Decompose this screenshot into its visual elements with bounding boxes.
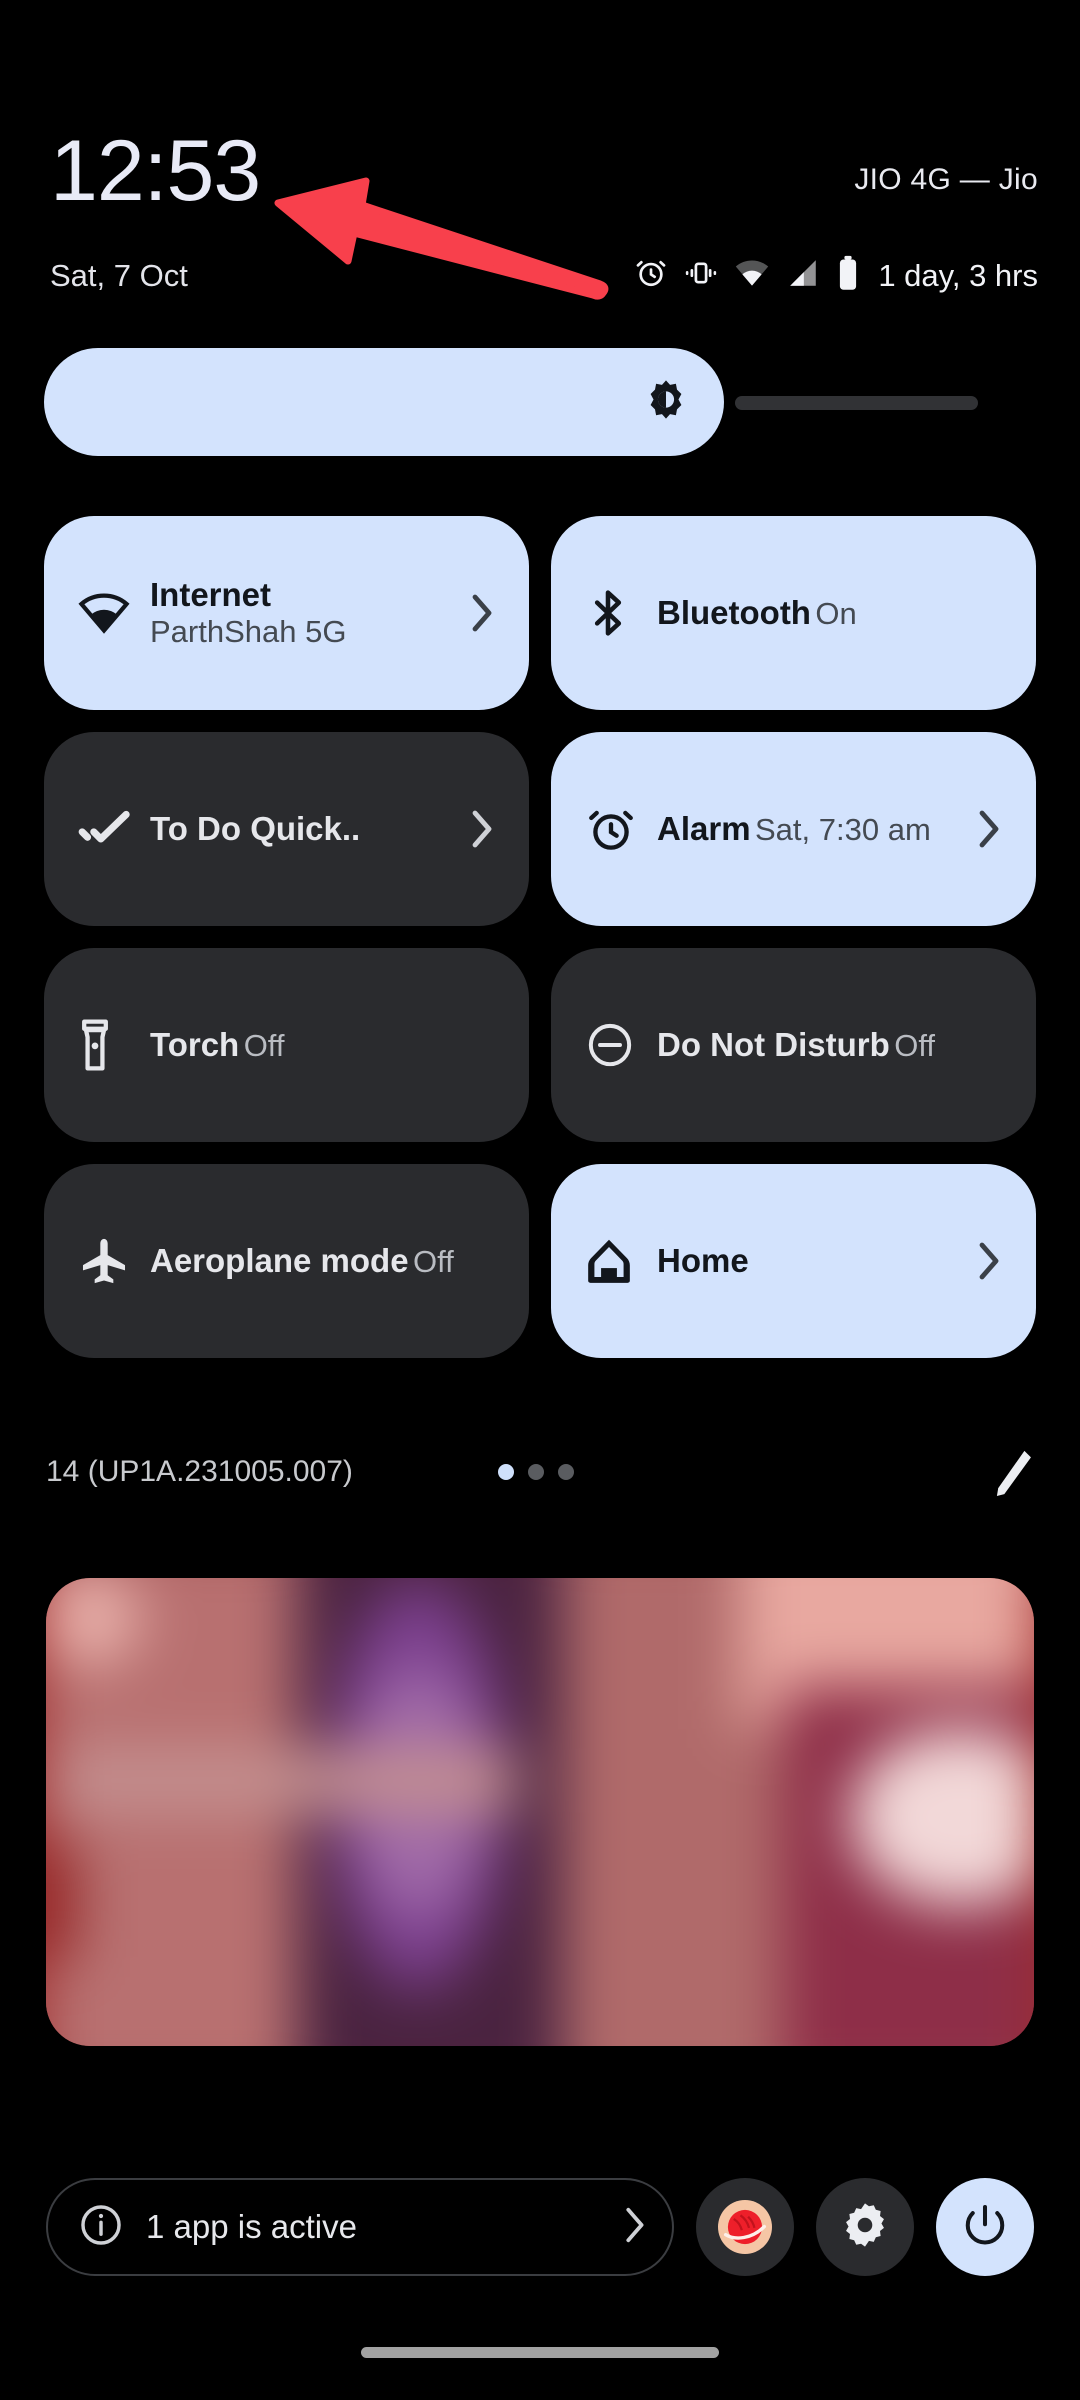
page-dot-1[interactable] bbox=[498, 1464, 514, 1480]
pencil-icon[interactable] bbox=[986, 1447, 1034, 1506]
user-avatar-icon[interactable] bbox=[696, 2178, 794, 2276]
tile-sublabel: Off bbox=[413, 1244, 454, 1279]
notification-media-card[interactable] bbox=[46, 1578, 1034, 2046]
chevron-right-icon[interactable] bbox=[622, 2206, 646, 2249]
home-icon bbox=[585, 1236, 647, 1286]
wifi-icon bbox=[734, 256, 770, 295]
status-icon-group: 1 day, 3 hrs bbox=[634, 255, 1038, 296]
carrier-label: JIO 4G — Jio bbox=[854, 163, 1038, 196]
chevron-right-icon[interactable] bbox=[972, 1241, 1006, 1281]
dnd-icon bbox=[585, 1020, 647, 1070]
alarm-icon bbox=[585, 803, 647, 855]
tile-to-do-quick[interactable]: To Do Quick.. bbox=[44, 732, 529, 926]
tile-home-text: Home bbox=[647, 1242, 972, 1280]
tile-bluetooth-text: Bluetooth On bbox=[647, 594, 1006, 632]
gesture-navigation-bar[interactable] bbox=[361, 2347, 719, 2358]
alarm-icon bbox=[634, 256, 668, 295]
status-clock[interactable]: 12:53 bbox=[50, 128, 261, 214]
tile-torch-text: Torch Off bbox=[140, 1026, 499, 1064]
power-button[interactable] bbox=[936, 2178, 1034, 2276]
power-icon bbox=[962, 2202, 1008, 2253]
airplane-icon bbox=[78, 1235, 140, 1287]
tile-sublabel: ParthShah 5G bbox=[150, 614, 347, 649]
battery-estimate-label: 1 day, 3 hrs bbox=[878, 257, 1038, 293]
torch-icon bbox=[78, 1018, 140, 1072]
page-dot-2[interactable] bbox=[528, 1464, 544, 1480]
vibrate-icon bbox=[684, 256, 718, 295]
tile-label: To Do Quick.. bbox=[150, 810, 361, 847]
tile-alarm[interactable]: Alarm Sat, 7:30 am bbox=[551, 732, 1036, 926]
battery-icon bbox=[836, 255, 860, 296]
avatar bbox=[718, 2200, 772, 2254]
tile-aeroplane-mode[interactable]: Aeroplane mode Off bbox=[44, 1164, 529, 1358]
tile-label: Do Not Disturb bbox=[657, 1026, 890, 1063]
signal-icon bbox=[786, 256, 820, 295]
tile-bluetooth[interactable]: Bluetooth On bbox=[551, 516, 1036, 710]
tile-do-not-disturb[interactable]: Do Not Disturb Off bbox=[551, 948, 1036, 1142]
quick-settings-screen: 12:53 JIO 4G — Jio Sat, 7 Oct 1 day, 3 h… bbox=[0, 0, 1080, 2400]
chevron-right-icon[interactable] bbox=[465, 809, 499, 849]
quick-settings-tile-grid: Internet ParthShah 5G Bluetooth On To Do… bbox=[44, 516, 1036, 1358]
double-check-icon bbox=[78, 809, 140, 849]
tile-sublabel: On bbox=[815, 596, 857, 631]
status-header: 12:53 JIO 4G — Jio Sat, 7 Oct 1 day, 3 h… bbox=[0, 0, 1080, 330]
tile-internet-text: Internet ParthShah 5G bbox=[140, 576, 465, 650]
brightness-track[interactable] bbox=[735, 396, 978, 410]
chevron-right-icon[interactable] bbox=[465, 593, 499, 633]
tile-home[interactable]: Home bbox=[551, 1164, 1036, 1358]
brightness-icon bbox=[644, 378, 688, 427]
tile-aeroplane-mode-text: Aeroplane mode Off bbox=[140, 1242, 499, 1280]
tile-label: Internet bbox=[150, 576, 272, 613]
brightness-slider[interactable] bbox=[0, 348, 1080, 458]
date-label: Sat, 7 Oct bbox=[50, 258, 188, 293]
tile-to-do-quick-text: To Do Quick.. bbox=[140, 810, 465, 848]
brightness-fill[interactable] bbox=[44, 348, 724, 456]
wifi-icon bbox=[78, 590, 140, 636]
tile-label: Home bbox=[657, 1242, 749, 1279]
tile-sublabel: Sat, 7:30 am bbox=[755, 812, 931, 847]
bottom-action-bar: 1 app is active bbox=[0, 2172, 1080, 2282]
build-number-label: 14 (UP1A.231005.007) bbox=[46, 1455, 353, 1488]
tile-label: Bluetooth bbox=[657, 594, 811, 631]
page-indicator bbox=[498, 1464, 574, 1480]
tile-do-not-disturb-text: Do Not Disturb Off bbox=[647, 1026, 1006, 1064]
tile-label: Alarm bbox=[657, 810, 751, 847]
active-apps-button[interactable]: 1 app is active bbox=[46, 2178, 674, 2276]
gear-icon bbox=[840, 2200, 890, 2255]
tile-sublabel: Off bbox=[894, 1028, 936, 1063]
page-dot-3[interactable] bbox=[558, 1464, 574, 1480]
tile-internet[interactable]: Internet ParthShah 5G bbox=[44, 516, 529, 710]
settings-button[interactable] bbox=[816, 2178, 914, 2276]
active-apps-label: 1 app is active bbox=[146, 2208, 357, 2245]
chevron-right-icon[interactable] bbox=[972, 809, 1006, 849]
tile-label: Aeroplane mode bbox=[150, 1242, 409, 1279]
tile-torch[interactable]: Torch Off bbox=[44, 948, 529, 1142]
tile-label: Torch bbox=[150, 1026, 240, 1063]
quick-settings-footer: 14 (UP1A.231005.007) bbox=[0, 1450, 1080, 1525]
blurred-content bbox=[46, 1578, 1034, 2046]
bluetooth-icon bbox=[585, 587, 647, 639]
info-icon bbox=[78, 2202, 124, 2253]
tile-sublabel: Off bbox=[243, 1028, 285, 1063]
tile-alarm-text: Alarm Sat, 7:30 am bbox=[647, 810, 972, 848]
